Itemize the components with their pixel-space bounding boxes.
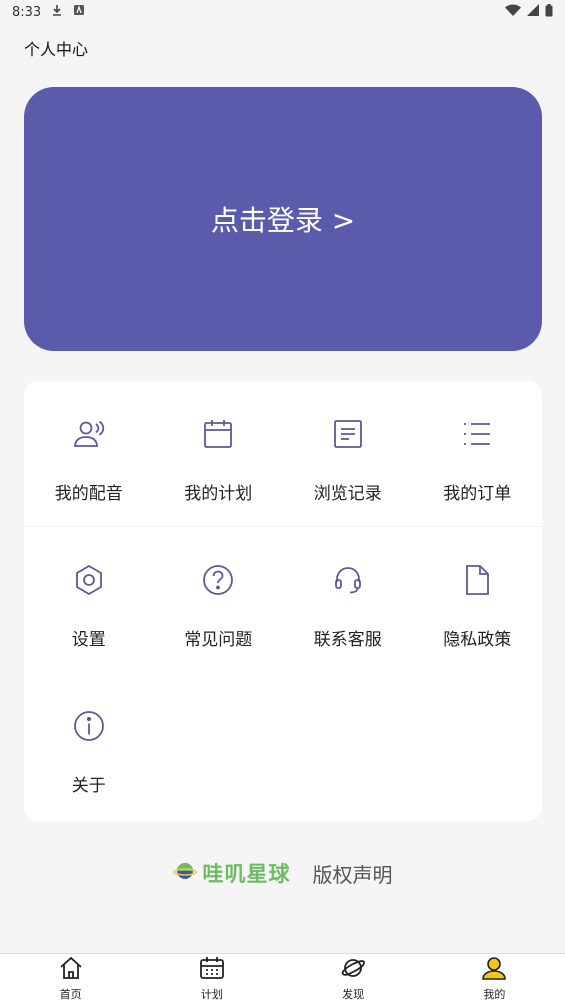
headset-icon: [331, 563, 365, 597]
brand-name: 哇叽星球: [202, 862, 291, 886]
menu-card: 我的配音 我的计划 浏览记录 我的订单 设置 常见问题 联系客服 隐私政策 关于: [24, 381, 542, 821]
info-icon: [72, 709, 106, 743]
calendar-icon: [199, 956, 225, 984]
menu-item-browse-history[interactable]: 浏览记录: [283, 381, 413, 527]
planet-icon: [340, 956, 366, 984]
document-icon: [331, 417, 365, 451]
user-icon: [481, 956, 507, 984]
menu-item-label: 浏览记录: [313, 484, 382, 504]
settings-icon: [72, 563, 106, 597]
menu-item-privacy-policy[interactable]: 隐私政策: [412, 527, 542, 673]
menu-item-label: 隐私政策: [443, 630, 512, 650]
battery-icon: [545, 3, 553, 21]
wifi-icon: [505, 4, 521, 20]
tab-label: 发现: [342, 988, 365, 1001]
brand-logo: 哇叽星球: [172, 858, 291, 888]
question-icon: [201, 563, 235, 597]
menu-item-label: 设置: [71, 630, 106, 650]
page-title: 个人中心: [24, 40, 89, 59]
menu-item-my-dubbing[interactable]: 我的配音: [24, 381, 154, 527]
tab-mine[interactable]: 我的: [424, 954, 565, 1004]
tab-home[interactable]: 首页: [0, 954, 141, 1004]
login-card[interactable]: 点击登录 >: [24, 87, 542, 351]
notification-icon: [73, 4, 85, 20]
status-time: 8:33: [12, 4, 42, 20]
menu-item-label: 联系客服: [313, 630, 382, 650]
download-icon: [51, 4, 63, 20]
tab-bar: 首页 计划 发现 我的: [0, 953, 565, 1004]
menu-item-about[interactable]: 关于: [24, 673, 154, 819]
file-icon: [460, 563, 494, 597]
tab-label: 计划: [200, 988, 223, 1001]
menu-item-my-orders[interactable]: 我的订单: [412, 381, 542, 527]
tab-label: 我的: [483, 988, 506, 1001]
tab-label: 首页: [59, 988, 82, 1001]
voice-user-icon: [72, 417, 106, 451]
menu-item-settings[interactable]: 设置: [24, 527, 154, 673]
menu-item-faq[interactable]: 常见问题: [153, 527, 283, 673]
signal-icon: [527, 4, 539, 20]
menu-item-label: 常见问题: [184, 630, 253, 650]
tab-discover[interactable]: 发现: [283, 954, 424, 1004]
planet-logo-icon: [172, 859, 197, 887]
menu-item-label: 我的配音: [54, 484, 123, 504]
footer-brand: 哇叽星球 版权声明: [0, 858, 565, 888]
home-icon: [58, 956, 84, 984]
tab-plan[interactable]: 计划: [141, 954, 282, 1004]
list-icon: [460, 417, 494, 451]
login-label: 点击登录 >: [210, 204, 356, 237]
menu-item-customer-service[interactable]: 联系客服: [283, 527, 413, 673]
status-bar: 8:33: [0, 0, 565, 24]
menu-item-label: 我的计划: [184, 484, 253, 504]
calendar-icon: [201, 417, 235, 451]
menu-item-my-plan[interactable]: 我的计划: [153, 381, 283, 527]
copyright-link[interactable]: 版权声明: [313, 859, 393, 888]
menu-item-label: 关于: [71, 776, 106, 796]
menu-item-label: 我的订单: [443, 484, 512, 504]
